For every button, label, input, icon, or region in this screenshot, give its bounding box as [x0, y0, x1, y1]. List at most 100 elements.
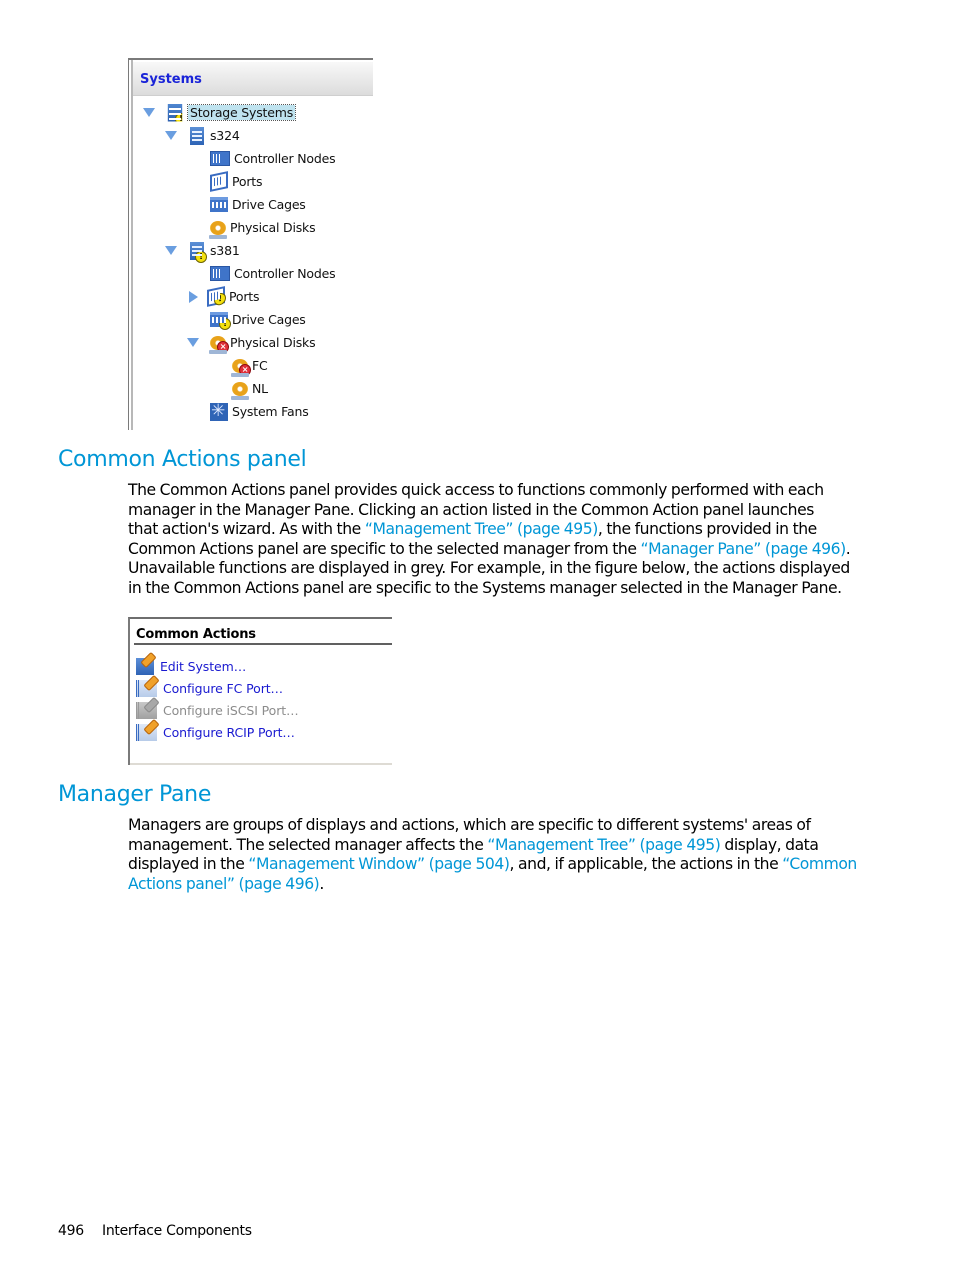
- text-line: displayed in the “Management Window” (pa…: [128, 855, 873, 875]
- heading-common-actions-panel: Common Actions panel: [58, 447, 307, 472]
- drive-cages-icon: !: [210, 312, 231, 330]
- text-line: Managers are groups of displays and acti…: [128, 816, 873, 836]
- physical-disks-icon: ×: [231, 358, 251, 377]
- common-action-item: Configure iSCSI Port…: [136, 700, 299, 720]
- tree-node[interactable]: ! Storage Systems: [143, 102, 297, 123]
- tree-node-label[interactable]: FC: [252, 358, 268, 373]
- common-actions-description: The Common Actions panel provides quick …: [128, 481, 873, 599]
- common-actions-divider: [134, 643, 392, 645]
- heading-manager-pane: Manager Pane: [58, 782, 212, 807]
- cross-reference-link[interactable]: “Common: [782, 855, 857, 873]
- common-action-label[interactable]: Configure RCIP Port…: [163, 725, 295, 740]
- tree-node-label[interactable]: Physical Disks: [230, 335, 316, 350]
- tree-node[interactable]: × FC: [209, 355, 268, 377]
- tree-node[interactable]: Controller Nodes: [187, 263, 336, 284]
- tree-node-label[interactable]: s381: [210, 243, 240, 258]
- body-text: that action's wizard. As with the: [128, 520, 365, 539]
- common-action-item[interactable]: Configure FC Port…: [136, 678, 283, 698]
- body-text: manager in the Manager Pane. Clicking an…: [128, 500, 814, 519]
- page-footer: 496 Interface Components: [58, 1223, 252, 1239]
- controller-nodes-icon: [210, 266, 230, 281]
- tree-node-label[interactable]: Ports: [229, 289, 259, 304]
- tree-node[interactable]: System Fans: [187, 401, 309, 422]
- warning-badge-icon: !: [195, 250, 207, 263]
- warning-badge-icon: !: [175, 112, 183, 122]
- tree-node[interactable]: Controller Nodes: [187, 148, 336, 169]
- manager-pane-description: Managers are groups of displays and acti…: [128, 816, 873, 894]
- body-text: display, data: [720, 835, 819, 854]
- body-text: management. The selected manager affects…: [128, 835, 488, 854]
- cross-reference-link[interactable]: “Management Window” (page 504): [248, 855, 510, 873]
- storage-systems-icon: !: [167, 103, 183, 122]
- cross-reference-link[interactable]: Actions panel” (page 496): [128, 875, 320, 893]
- common-action-label[interactable]: Edit System…: [160, 659, 246, 674]
- ports-icon: !: [207, 286, 226, 307]
- expanded-arrow-icon[interactable]: [187, 338, 199, 347]
- physical-disks-icon: ×: [209, 335, 229, 354]
- system-fans-icon: [210, 401, 228, 421]
- body-text: .: [845, 539, 851, 558]
- cross-reference-link[interactable]: “Management Tree” (page 495): [487, 836, 720, 854]
- tree-node[interactable]: ! Ports: [187, 286, 259, 307]
- tree-node[interactable]: ! Drive Cages: [187, 309, 306, 330]
- tree-node-label[interactable]: Ports: [232, 174, 262, 189]
- tree-node-label[interactable]: Storage Systems: [186, 104, 297, 121]
- expanded-arrow-icon[interactable]: [165, 131, 177, 140]
- body-text: The Common Actions panel provides quick …: [128, 481, 824, 499]
- controller-nodes-icon: [210, 151, 230, 166]
- server-icon: !: [190, 241, 207, 263]
- body-text: Managers are groups of displays and acti…: [128, 816, 811, 834]
- tree-node[interactable]: Drive Cages: [187, 194, 306, 215]
- configure-port-icon: [136, 701, 157, 719]
- common-action-label: Configure iSCSI Port…: [163, 702, 299, 718]
- common-action-item[interactable]: Configure RCIP Port…: [136, 722, 295, 742]
- tree-node-label[interactable]: Drive Cages: [232, 312, 306, 327]
- tree-node[interactable]: Physical Disks: [187, 217, 316, 239]
- tree-node-label[interactable]: NL: [252, 381, 268, 396]
- tree-node-label[interactable]: Controller Nodes: [234, 151, 336, 166]
- expanded-arrow-icon[interactable]: [143, 108, 155, 117]
- common-action-item[interactable]: Edit System…: [136, 656, 246, 676]
- common-actions-screenshot: Common Actions Edit System… Configure FC …: [128, 617, 392, 765]
- cross-reference-link[interactable]: “Manager Pane” (page 496): [641, 540, 847, 558]
- expanded-arrow-icon[interactable]: [165, 246, 177, 255]
- tree-node-label[interactable]: Controller Nodes: [234, 266, 336, 281]
- server-icon: [190, 126, 204, 145]
- tree-node-label[interactable]: System Fans: [232, 404, 309, 419]
- text-line: Common Actions panel are specific to the…: [128, 540, 873, 560]
- text-line: that action's wizard. As with the “Manag…: [128, 520, 873, 540]
- tree-node-label[interactable]: Drive Cages: [232, 197, 306, 212]
- systems-tree-screenshot: Systems ! Storage Systems s324 Controller N…: [128, 58, 373, 430]
- body-text: displayed in the: [128, 855, 249, 874]
- tree-node[interactable]: NL: [209, 378, 268, 400]
- page-number: 496: [58, 1223, 84, 1239]
- body-text: .: [319, 874, 324, 893]
- collapsed-arrow-icon[interactable]: [189, 290, 198, 303]
- tree-node[interactable]: × Physical Disks: [187, 332, 316, 354]
- tree-node-label[interactable]: s324: [210, 128, 240, 143]
- body-text: Common Actions panel are specific to the…: [128, 539, 641, 558]
- cross-reference-link[interactable]: “Management Tree” (page 495): [365, 520, 598, 538]
- text-line: manager in the Manager Pane. Clicking an…: [128, 501, 873, 521]
- tree-node[interactable]: ! s381: [165, 240, 240, 263]
- common-action-label[interactable]: Configure FC Port…: [163, 681, 283, 696]
- warning-badge-icon: !: [219, 318, 231, 330]
- text-line: The Common Actions panel provides quick …: [128, 481, 873, 501]
- tree-node-label[interactable]: Physical Disks: [230, 220, 316, 235]
- tree-node[interactable]: s324: [165, 125, 240, 146]
- text-line: management. The selected manager affects…: [128, 836, 873, 856]
- text-line: Actions panel” (page 496).: [128, 875, 873, 895]
- drive-cages-icon: [210, 197, 228, 212]
- body-text: Unavailable functions are displayed in g…: [128, 559, 850, 578]
- tree-node[interactable]: Ports: [187, 171, 262, 192]
- body-text: in the Common Actions panel are specific…: [128, 578, 842, 597]
- common-actions-title: Common Actions: [136, 627, 256, 642]
- systems-tree-header: Systems: [133, 62, 373, 96]
